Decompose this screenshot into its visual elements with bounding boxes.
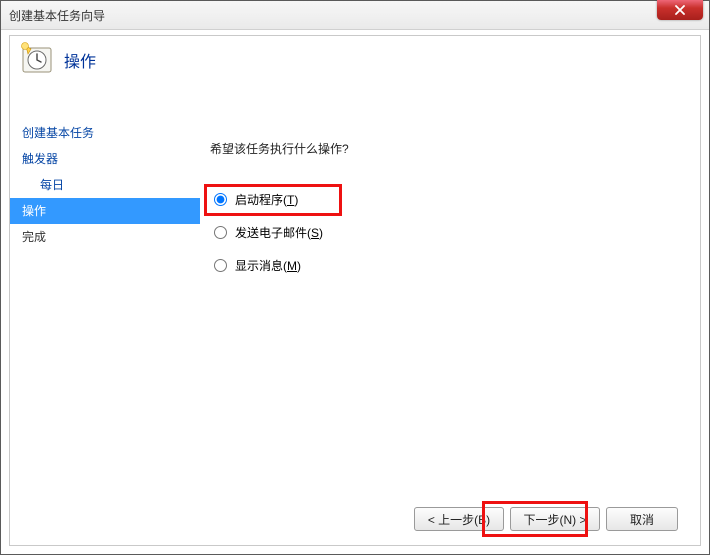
wizard-clock-icon <box>20 42 54 76</box>
wizard-footer: < 上一步(B) 下一步(N) > 取消 <box>10 495 700 545</box>
title-bar: 创建基本任务向导 <box>1 1 709 30</box>
radio-send-email[interactable] <box>214 226 227 239</box>
step-create-basic-task[interactable]: 创建基本任务 <box>10 120 200 146</box>
footer-buttons: < 上一步(B) 下一步(N) > 取消 <box>414 507 678 531</box>
step-trigger-daily[interactable]: 每日 <box>10 172 200 198</box>
radio-start-program[interactable] <box>214 193 227 206</box>
option-send-email[interactable]: 发送电子邮件(S) <box>210 224 690 241</box>
step-finish[interactable]: 完成 <box>10 224 200 250</box>
wizard-steps: 创建基本任务 触发器 每日 操作 完成 <box>10 120 200 250</box>
cancel-button[interactable]: 取消 <box>606 507 678 531</box>
option-start-program-label: 启动程序(T) <box>235 191 298 208</box>
step-action[interactable]: 操作 <box>10 198 200 224</box>
step-trigger[interactable]: 触发器 <box>10 146 200 172</box>
option-send-email-label: 发送电子邮件(S) <box>235 224 323 241</box>
close-icon <box>675 5 685 15</box>
page-title: 操作 <box>64 48 96 72</box>
wizard-header: 操作 <box>10 36 700 90</box>
panel-question: 希望该任务执行什么操作? <box>210 140 690 157</box>
wizard-window: 创建基本任务向导 操作 创建基本任务 触发器 每日 操作 <box>0 0 710 555</box>
window-title: 创建基本任务向导 <box>9 7 105 24</box>
wizard-body: 操作 创建基本任务 触发器 每日 操作 完成 希望该任务执行什么操作? 启动程序… <box>9 35 701 546</box>
next-button[interactable]: 下一步(N) > <box>510 507 600 531</box>
option-show-message-label: 显示消息(M) <box>235 257 301 274</box>
radio-show-message[interactable] <box>214 259 227 272</box>
option-start-program[interactable]: 启动程序(T) <box>210 191 344 208</box>
option-show-message[interactable]: 显示消息(M) <box>210 257 690 274</box>
back-button[interactable]: < 上一步(B) <box>414 507 504 531</box>
close-button[interactable] <box>657 0 703 20</box>
wizard-panel: 希望该任务执行什么操作? 启动程序(T) 发送电子邮件(S) <box>200 120 700 495</box>
